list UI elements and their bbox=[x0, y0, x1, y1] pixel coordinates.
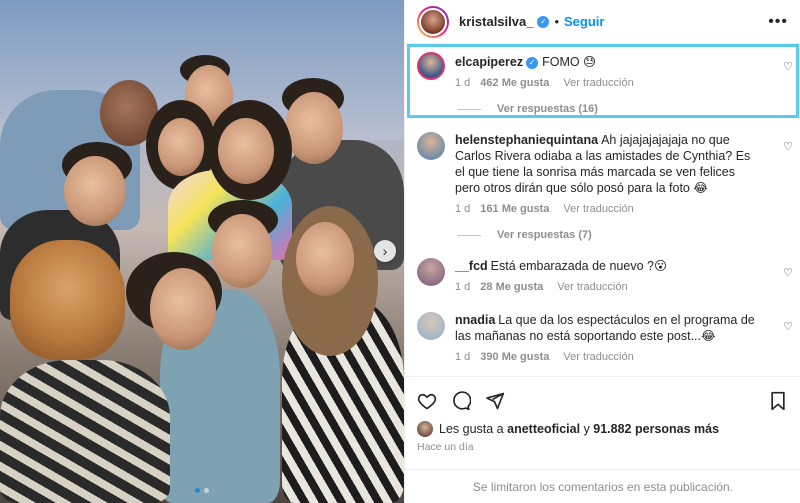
comment-meta: 1 d 390 Me gusta Ver traducción bbox=[455, 351, 787, 363]
comments-limited-notice: Se limitaron los comentarios en esta pub… bbox=[405, 469, 800, 503]
next-photo-button[interactable]: › bbox=[374, 240, 396, 262]
comment-text: __fcd Está embarazada de nuevo ?😮 bbox=[455, 258, 787, 274]
likes-prefix: Les gusta a bbox=[439, 422, 504, 436]
comment-username[interactable]: nnadia bbox=[455, 313, 495, 327]
comment-meta: 1 d 28 Me gusta Ver traducción bbox=[455, 281, 787, 293]
carousel-dot bbox=[204, 488, 209, 493]
photo-figure bbox=[158, 118, 204, 176]
post-timestamp: Hace un día bbox=[417, 441, 474, 453]
comment-time: 1 d bbox=[455, 203, 471, 215]
comment-likes[interactable]: 161 Me gusta bbox=[480, 203, 549, 215]
likes-others[interactable]: 91.882 personas más bbox=[593, 422, 719, 436]
photo-figure bbox=[0, 360, 170, 503]
verified-icon: ✓ bbox=[537, 15, 550, 28]
liker-avatar bbox=[417, 421, 433, 437]
photo-figure bbox=[285, 92, 343, 164]
photo-figure bbox=[218, 118, 274, 184]
action-bar bbox=[405, 377, 800, 415]
bookmark-icon[interactable] bbox=[769, 391, 787, 411]
author-username[interactable]: kristalsilva_ bbox=[459, 14, 533, 29]
photo-figure bbox=[150, 268, 216, 350]
chevron-right-icon: › bbox=[382, 243, 388, 259]
comment-text: helenstephaniequintana Ah jajajajajajaja … bbox=[455, 132, 787, 196]
comment-body: La que da los espectáculos en el program… bbox=[455, 313, 755, 343]
comment-avatar[interactable] bbox=[417, 132, 445, 160]
comment-time: 1 d bbox=[455, 351, 471, 363]
comment-icon[interactable] bbox=[451, 391, 471, 411]
follow-button[interactable]: Seguir bbox=[564, 14, 604, 29]
photo-figure bbox=[296, 222, 354, 296]
comment-username[interactable]: __fcd bbox=[455, 259, 488, 273]
more-icon[interactable]: ••• bbox=[768, 13, 788, 31]
post-actions: Les gusta a anetteoficial y 91.882 perso… bbox=[405, 376, 800, 503]
carousel-dot bbox=[195, 488, 200, 493]
post-header: kristalsilva_ ✓ • Seguir ••• bbox=[405, 0, 800, 44]
liker-username[interactable]: anetteoficial bbox=[507, 422, 580, 436]
likes-conjunction: y bbox=[583, 422, 590, 436]
comment-body: Está embarazada de nuevo ?😮 bbox=[490, 259, 667, 273]
replies-divider bbox=[457, 234, 481, 236]
photo-dog bbox=[10, 240, 125, 360]
carousel-dots bbox=[195, 488, 209, 493]
header-separator: • bbox=[554, 14, 560, 29]
heart-icon[interactable] bbox=[417, 391, 437, 411]
translate-link[interactable]: Ver traducción bbox=[563, 351, 633, 363]
comment-likes[interactable]: 28 Me gusta bbox=[480, 281, 543, 293]
comment-text: nnadia La que da los espectáculos en el p… bbox=[455, 312, 787, 344]
heart-icon[interactable]: ♡ bbox=[783, 320, 793, 333]
comment-avatar[interactable] bbox=[417, 312, 445, 340]
highlighted-comment-frame bbox=[407, 44, 799, 118]
view-replies-label: Ver respuestas (7) bbox=[497, 229, 592, 241]
likes-summary: Les gusta a anetteoficial y 91.882 perso… bbox=[405, 415, 800, 437]
post-photo[interactable]: › bbox=[0, 0, 404, 503]
view-replies-button[interactable]: Ver respuestas (7) bbox=[455, 229, 787, 241]
photo-figure bbox=[64, 156, 126, 226]
share-icon[interactable] bbox=[485, 391, 505, 411]
heart-icon[interactable]: ♡ bbox=[783, 266, 793, 279]
comment-avatar[interactable] bbox=[417, 258, 445, 286]
translate-link[interactable]: Ver traducción bbox=[557, 281, 627, 293]
heart-icon[interactable]: ♡ bbox=[783, 140, 793, 153]
comment-username[interactable]: helenstephaniequintana bbox=[455, 133, 598, 147]
comment-time: 1 d bbox=[455, 281, 471, 293]
comment-item: nnadia La que da los espectáculos en el p… bbox=[405, 304, 800, 374]
comments-list: elcapiperez ✓ FOMO 😓 1 d 462 Me gusta Ver tr… bbox=[405, 44, 800, 374]
comment-likes[interactable]: 390 Me gusta bbox=[480, 351, 549, 363]
translate-link[interactable]: Ver traducción bbox=[563, 203, 633, 215]
author-avatar[interactable] bbox=[417, 5, 449, 38]
photo-figure bbox=[212, 214, 272, 288]
comment-item: helenstephaniequintana Ah jajajajajajaja … bbox=[405, 122, 800, 250]
comment-meta: 1 d 161 Me gusta Ver traducción bbox=[455, 203, 787, 215]
comment-item: __fcd Está embarazada de nuevo ?😮 1 d 28 M… bbox=[405, 250, 800, 304]
post-panel: kristalsilva_ ✓ • Seguir ••• elcapiperez… bbox=[404, 0, 800, 503]
